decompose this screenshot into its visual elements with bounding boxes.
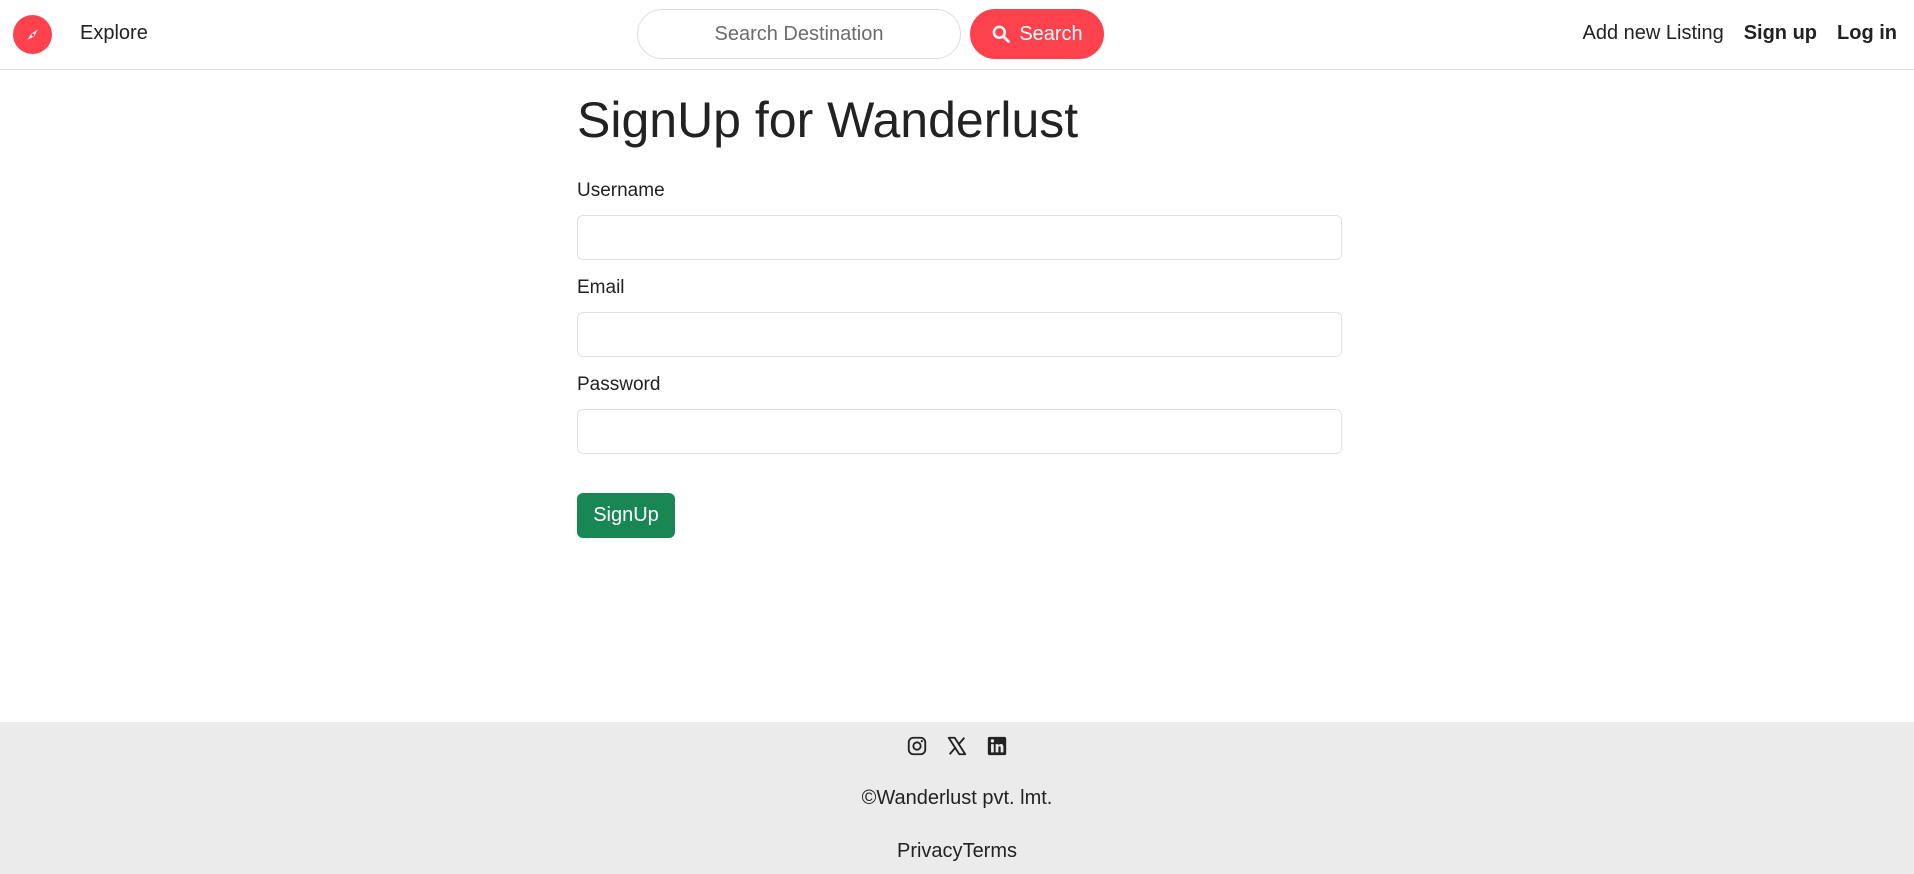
username-field[interactable] (577, 215, 1342, 260)
search-button[interactable]: Search (970, 9, 1104, 59)
privacy-link[interactable]: Privacy (897, 840, 963, 862)
search-icon (992, 25, 1011, 43)
linkedin-icon[interactable] (986, 735, 1008, 757)
nav-links: Add new Listing Sign up Log in (1582, 22, 1897, 45)
x-twitter-icon[interactable] (946, 735, 968, 757)
signup-form-container: SignUp for Wanderlust Username Email Pas… (577, 88, 1342, 538)
footer-links: PrivacyTerms (0, 840, 1914, 863)
password-field[interactable] (577, 409, 1342, 454)
footer: ©Wanderlust pvt. lmt. PrivacyTerms (0, 722, 1914, 874)
social-links (0, 735, 1914, 757)
username-group: Username (577, 180, 1342, 260)
navbar: Explore Search Add new Listing Sign up L… (0, 0, 1914, 70)
instagram-icon[interactable] (906, 735, 928, 757)
terms-link[interactable]: Terms (963, 840, 1017, 862)
search-button-label: Search (1019, 22, 1083, 45)
email-group: Email (577, 277, 1342, 357)
signup-button[interactable]: SignUp (577, 493, 675, 538)
username-label: Username (577, 180, 665, 201)
compass-icon[interactable] (13, 15, 52, 54)
password-label: Password (577, 374, 661, 395)
signup-link[interactable]: Sign up (1744, 22, 1817, 45)
password-group: Password (577, 374, 1342, 454)
copyright-text: ©Wanderlust pvt. lmt. (861, 787, 1053, 809)
email-field[interactable] (577, 312, 1342, 357)
email-label: Email (577, 277, 625, 298)
login-link[interactable]: Log in (1837, 22, 1897, 45)
nav-explore-link[interactable]: Explore (80, 22, 148, 45)
page-title: SignUp for Wanderlust (577, 92, 1079, 148)
add-listing-link[interactable]: Add new Listing (1582, 22, 1723, 45)
search-input[interactable] (637, 9, 961, 59)
